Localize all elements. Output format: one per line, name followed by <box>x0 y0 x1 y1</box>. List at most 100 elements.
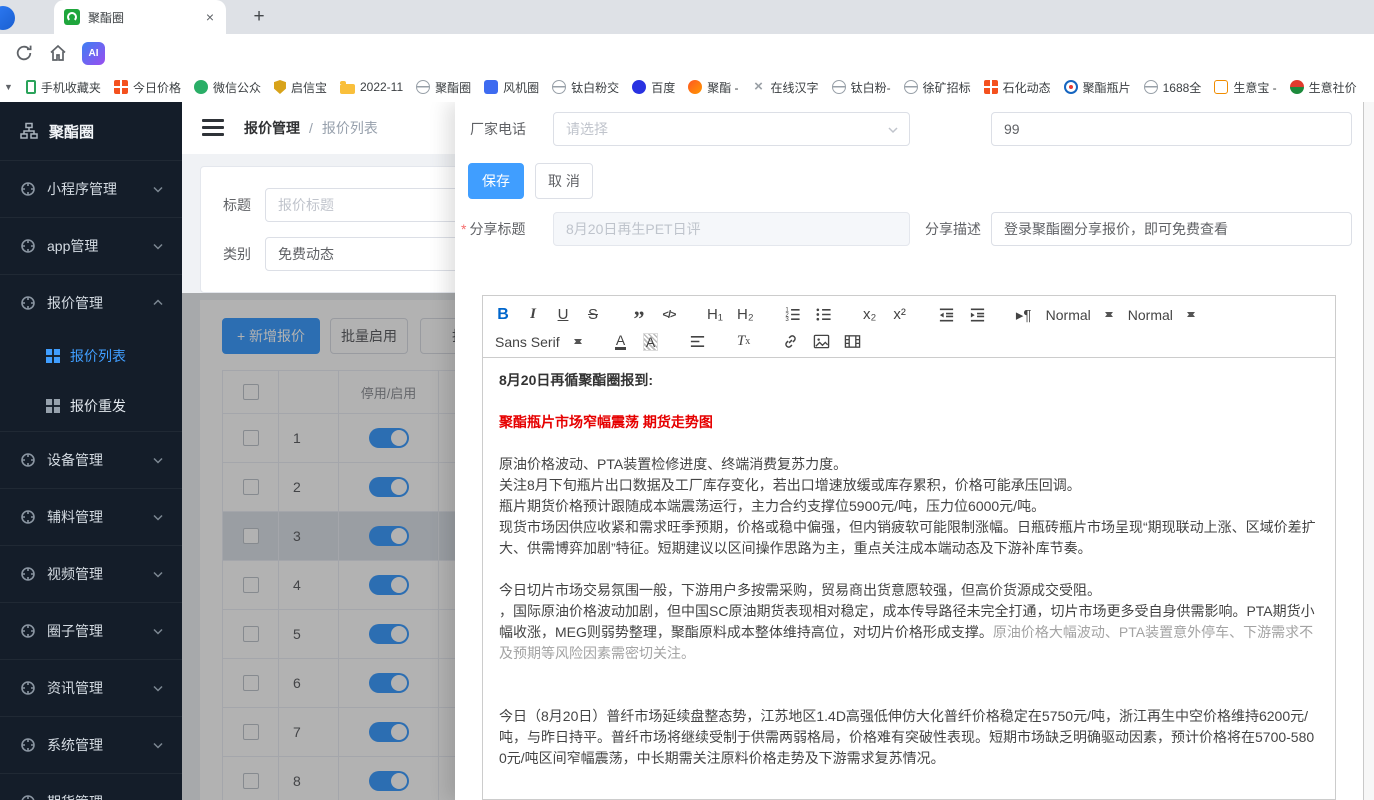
bookmark-item[interactable]: 钛白粉- <box>832 79 891 96</box>
share-title-input[interactable]: 8月20日再生PET日评 <box>553 212 910 246</box>
reload-icon[interactable] <box>14 43 34 63</box>
editor-paragraph: 现货市场因供应收紧和需求旺季预期，价格或稳中偏强，但内销疲软可能限制涨幅。日瓶砖… <box>499 517 1319 559</box>
bookmark-item[interactable]: 钛白粉交 <box>552 79 619 96</box>
bookmark-item[interactable]: 聚酯 - <box>688 79 738 96</box>
header2-button[interactable]: H₂ <box>737 304 754 326</box>
outdent-button[interactable] <box>938 304 955 326</box>
align-button[interactable] <box>689 331 706 353</box>
grid-icon <box>46 399 60 413</box>
picker-caret-icon <box>1105 307 1114 322</box>
header-picker[interactable]: Normal <box>1128 307 1196 323</box>
browser-tab[interactable]: 聚酯圈 × <box>54 0 226 34</box>
bookmark-item[interactable]: 手机收藏夹 <box>26 79 101 96</box>
bookmark-favicon <box>274 80 286 94</box>
bookmark-item[interactable]: 聚酯圈 <box>416 79 471 96</box>
bookmark-item[interactable]: 在线汉字 <box>752 79 819 96</box>
bookmark-item[interactable]: 聚酯瓶片 <box>1064 79 1131 96</box>
sidebar-menu-item[interactable]: 圈子管理 <box>0 602 182 659</box>
breadcrumb-section[interactable]: 报价管理 <box>244 118 300 138</box>
bookmark-label: 聚酯圈 <box>435 79 471 96</box>
indent-button[interactable] <box>969 304 986 326</box>
link-button[interactable] <box>782 331 799 353</box>
sidebar-submenu-item[interactable]: 报价重发 <box>0 381 182 431</box>
sidebar-menu-item[interactable]: 视频管理 <box>0 545 182 602</box>
save-button[interactable]: 保存 <box>468 163 524 199</box>
bookmark-favicon <box>416 80 430 94</box>
blockquote-button[interactable]: ” <box>631 300 647 330</box>
sidebar-menu-label: 期货管理 <box>47 792 103 800</box>
bookmark-item[interactable]: 微信公众 <box>194 79 261 96</box>
editor-paragraph <box>499 391 1319 412</box>
font-picker[interactable]: Sans Serif <box>495 334 583 350</box>
bold-button[interactable]: B <box>495 304 511 326</box>
bullet-list-button[interactable] <box>815 304 832 326</box>
new-tab-button[interactable]: + <box>246 4 272 30</box>
sidebar-menu-item[interactable]: 期货管理 <box>0 773 182 800</box>
header1-button[interactable]: H₁ <box>707 304 723 326</box>
compass-icon <box>20 623 36 639</box>
editor-paragraph <box>499 559 1319 580</box>
browser-profile-icon[interactable] <box>0 6 15 30</box>
cancel-button[interactable]: 取 消 <box>535 163 593 199</box>
tab-close-icon[interactable]: × <box>204 9 216 25</box>
browser-toolbar: AI https://manager.zaixun.wang/web/Polye… <box>0 34 1374 73</box>
bookmark-label: 在线汉字 <box>771 79 819 96</box>
sort-input[interactable]: 99 <box>991 112 1352 146</box>
sidebar-menu-item[interactable]: 系统管理 <box>0 716 182 773</box>
sidebar-menu-label: 报价管理 <box>47 293 103 313</box>
bookmark-item[interactable]: 生意社价 <box>1290 79 1357 96</box>
editor-paragraph <box>499 433 1319 454</box>
bookmark-label: 百度 <box>651 79 675 96</box>
bookmark-item[interactable]: 1688全 <box>1144 79 1202 96</box>
bookmark-item[interactable]: 徐矿招标 <box>904 79 971 96</box>
sidebar-submenu-label: 报价列表 <box>70 346 126 366</box>
bookmarks-caret-icon[interactable]: ▼ <box>4 82 13 92</box>
strike-button[interactable]: S <box>585 304 601 326</box>
editor-toolbar: B I U S ” </> H₁ H₂ 123 x₂ x² <box>483 296 1335 358</box>
sidebar-menu-item[interactable]: 资讯管理 <box>0 659 182 716</box>
bookmark-item[interactable]: 2022-11 <box>340 80 403 94</box>
sidebar-submenu-item[interactable]: 报价列表 <box>0 331 182 381</box>
clean-format-button[interactable]: Tx <box>736 331 752 353</box>
bookmark-item[interactable]: 今日价格 <box>114 79 181 96</box>
compass-icon <box>20 295 36 311</box>
page-scrollbar[interactable] <box>1363 102 1374 800</box>
ai-extension-icon[interactable]: AI <box>82 42 105 65</box>
italic-button[interactable]: I <box>525 304 541 326</box>
editor-paragraph <box>499 685 1319 706</box>
sidebar-menu-item[interactable]: 小程序管理 <box>0 160 182 217</box>
compass-icon <box>20 680 36 696</box>
text-direction-button[interactable]: ▸¶ <box>1016 304 1032 326</box>
background-color-button[interactable]: A <box>643 331 659 353</box>
bookmark-item[interactable]: 百度 <box>632 79 675 96</box>
sidebar-brand[interactable]: 聚酯圈 <box>0 102 182 160</box>
bookmark-item[interactable]: 风机圈 <box>484 79 539 96</box>
bookmark-item[interactable]: 石化动态 <box>984 79 1051 96</box>
bookmark-item[interactable]: 生意宝 - <box>1214 79 1276 96</box>
sidebar-menu-item[interactable]: 辅料管理 <box>0 488 182 545</box>
size-picker[interactable]: Normal <box>1046 307 1114 323</box>
underline-button[interactable]: U <box>555 304 571 326</box>
phone-select[interactable]: 请选择 <box>553 112 910 146</box>
filter-category-label: 类别 <box>223 237 251 271</box>
sidebar-menu-item[interactable]: 设备管理 <box>0 431 182 488</box>
compass-icon <box>20 238 36 254</box>
image-button[interactable] <box>813 331 830 353</box>
bookmark-label: 石化动态 <box>1003 79 1051 96</box>
ordered-list-button[interactable]: 123 <box>784 304 801 326</box>
video-button[interactable] <box>844 331 861 353</box>
bookmark-item[interactable]: 启信宝 <box>274 79 327 96</box>
sidebar-menu-item[interactable]: 报价管理 <box>0 274 182 331</box>
bookmark-favicon <box>340 84 355 94</box>
bookmark-favicon <box>752 80 766 94</box>
share-desc-input[interactable]: 登录聚酯圈分享报价，即可免费查看 <box>991 212 1352 246</box>
subscript-button[interactable]: x₂ <box>862 304 878 326</box>
superscript-button[interactable]: x² <box>892 304 908 326</box>
editor-content[interactable]: 8月20日再循聚酯圈报到: 聚酯瓶片市场窄幅震荡 期货走势图 原油价格波动、PT… <box>483 358 1335 799</box>
text-color-button[interactable]: A <box>613 331 629 353</box>
code-block-button[interactable]: </> <box>661 304 677 326</box>
home-icon[interactable] <box>48 43 68 63</box>
sidebar-menu-item[interactable]: app管理 <box>0 217 182 274</box>
hamburger-icon[interactable] <box>202 119 224 137</box>
sidebar-menu-label: 小程序管理 <box>47 179 117 199</box>
